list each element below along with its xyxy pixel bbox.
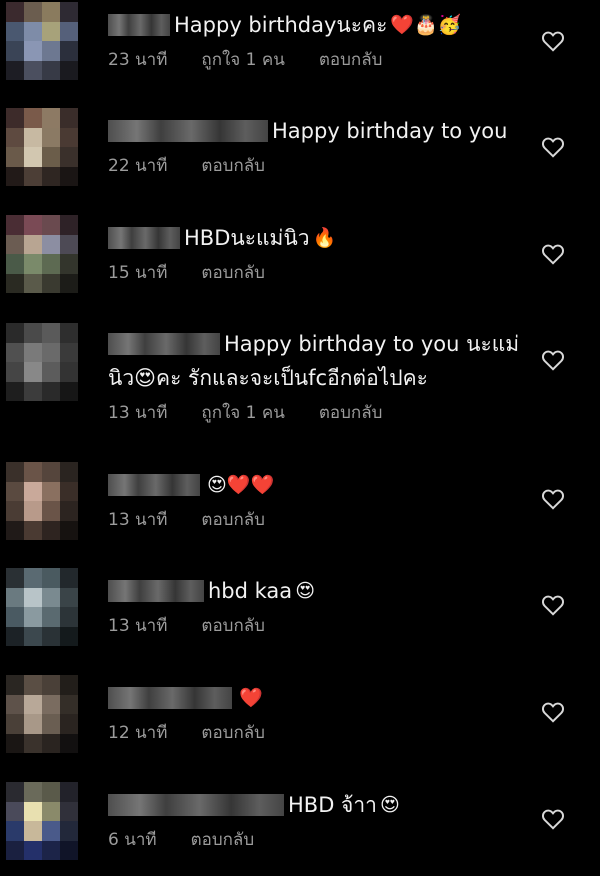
emoji-group: 🔥: [312, 227, 337, 249]
emoji-group: ❤️: [239, 687, 263, 709]
username-blurred[interactable]: [108, 227, 180, 249]
comment-meta: 22 นาที ตอบกลับ: [108, 152, 528, 179]
comment-text-continued: นิว😍คะ รักและจะเป็นfcอีกต่อไปคะ: [108, 366, 428, 390]
reply-button[interactable]: ตอบกลับ: [201, 612, 265, 639]
avatar[interactable]: [6, 215, 78, 293]
comment-meta: 6 นาที ตอบกลับ: [108, 826, 528, 853]
comment-text: Happy birthdayนะคะ: [174, 13, 388, 37]
username-blurred[interactable]: [108, 120, 268, 142]
heart-outline-icon[interactable]: [540, 241, 566, 267]
comment-time: 6 นาที: [108, 830, 157, 850]
avatar[interactable]: [6, 108, 78, 186]
avatar[interactable]: [6, 568, 78, 646]
heart-outline-icon[interactable]: [540, 486, 566, 512]
comment-meta: 12 นาที ตอบกลับ: [108, 719, 528, 746]
avatar[interactable]: [6, 782, 78, 860]
comment-time: 13 นาที: [108, 616, 168, 636]
avatar[interactable]: [6, 675, 78, 753]
avatar[interactable]: [6, 2, 78, 80]
emoji-group: 😍: [295, 580, 315, 602]
comment-text: HBD จ้าา: [288, 793, 377, 817]
reply-button[interactable]: ตอบกลับ: [201, 719, 265, 746]
comment-likes[interactable]: ถูกใจ 1 คน: [201, 46, 284, 73]
avatar[interactable]: [6, 323, 78, 401]
comment-text: Happy birthday to you นะแม่: [224, 332, 520, 356]
reply-button[interactable]: ตอบกลับ: [319, 399, 383, 426]
username-blurred[interactable]: [108, 333, 220, 355]
comment-likes[interactable]: ถูกใจ 1 คน: [201, 399, 284, 426]
heart-outline-icon[interactable]: [540, 347, 566, 373]
comment-meta: 23 นาที ถูกใจ 1 คน ตอบกลับ: [108, 46, 528, 73]
comment-text-line: Happy birthdayนะคะ ❤️🎂🥳: [108, 8, 528, 42]
reply-button[interactable]: ตอบกลับ: [201, 259, 265, 286]
reply-button[interactable]: ตอบกลับ: [201, 152, 265, 179]
comment-text: HBDนะแม่นิว: [184, 226, 310, 250]
heart-outline-icon[interactable]: [540, 699, 566, 725]
comment-time: 12 นาที: [108, 723, 168, 743]
heart-outline-icon[interactable]: [540, 28, 566, 54]
comment-text: Happy birthday to you: [272, 119, 508, 143]
reply-button[interactable]: ตอบกลับ: [201, 506, 265, 533]
emoji-group: ❤️🎂🥳: [390, 14, 462, 36]
comment-time: 22 นาที: [108, 156, 168, 176]
emoji-group: 😍❤️❤️: [207, 474, 275, 496]
heart-outline-icon[interactable]: [540, 806, 566, 832]
comment-text-line: 😍❤️❤️: [108, 468, 528, 502]
reply-button[interactable]: ตอบกลับ: [319, 46, 383, 73]
comment-meta: 13 นาที ตอบกลับ: [108, 506, 528, 533]
comment-meta: 15 นาที ตอบกลับ: [108, 259, 528, 286]
comment-text-line: HBD จ้าา 😍: [108, 788, 528, 822]
heart-outline-icon[interactable]: [540, 134, 566, 160]
username-blurred[interactable]: [108, 794, 284, 816]
username-blurred[interactable]: [108, 14, 170, 36]
comment-time: 13 นาที: [108, 510, 168, 530]
emoji-group: 😍: [379, 794, 400, 816]
username-blurred[interactable]: [108, 474, 200, 496]
username-blurred[interactable]: [108, 580, 204, 602]
comment-text-line-2: นิว😍คะ รักและจะเป็นfcอีกต่อไปคะ: [108, 361, 528, 395]
comment-text-line: Happy birthday to you: [108, 114, 528, 148]
reply-button[interactable]: ตอบกลับ: [191, 826, 255, 853]
comment-text: hbd kaa: [208, 579, 293, 603]
username-blurred[interactable]: [108, 687, 232, 709]
avatar[interactable]: [6, 462, 78, 540]
comment-text-line: ❤️: [108, 681, 528, 715]
comment-text-line: Happy birthday to you นะแม่: [108, 327, 528, 361]
heart-outline-icon[interactable]: [540, 592, 566, 618]
comment-meta: 13 นาที ถูกใจ 1 คน ตอบกลับ: [108, 399, 528, 426]
comment-text-line: HBDนะแม่นิว 🔥: [108, 221, 528, 255]
comment-time: 23 นาที: [108, 50, 168, 70]
comment-text-line: hbd kaa 😍: [108, 574, 528, 608]
comment-time: 13 นาที: [108, 403, 168, 423]
comment-meta: 13 นาที ตอบกลับ: [108, 612, 528, 639]
comment-time: 15 นาที: [108, 263, 168, 283]
